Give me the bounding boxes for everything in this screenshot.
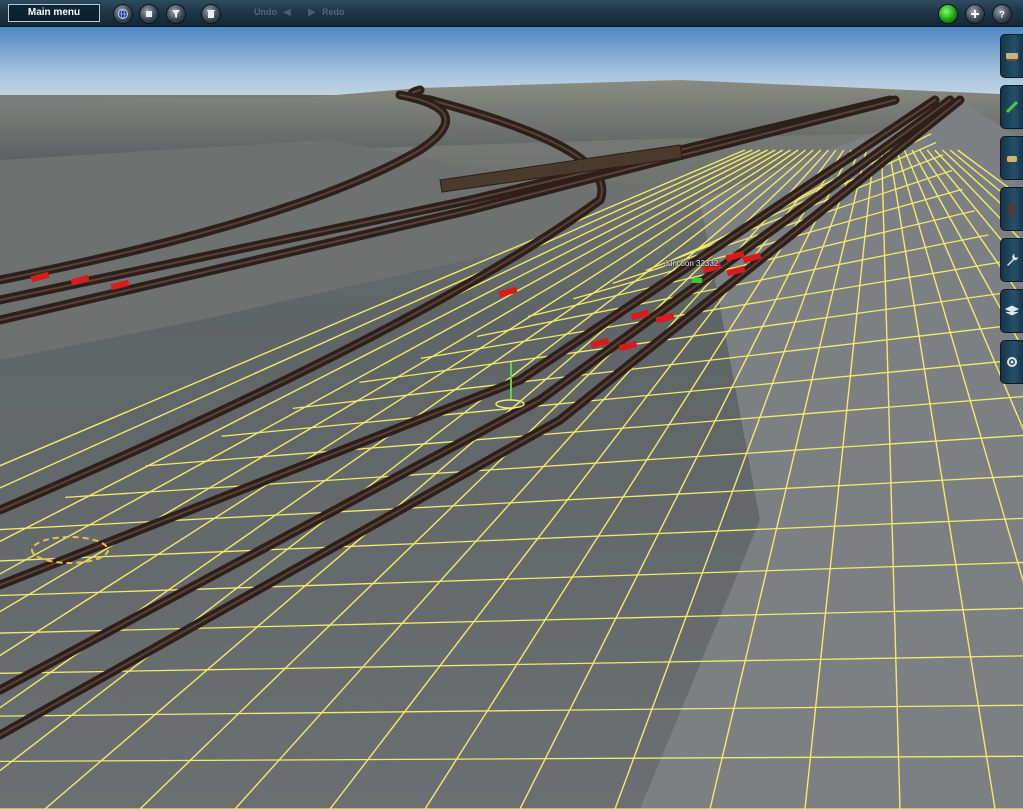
junction-label: Junction 32332 [664,259,719,268]
filter-icon[interactable] [167,5,185,23]
redo-button[interactable]: Redo [322,7,345,17]
object-tool-icon[interactable] [1000,136,1023,180]
settings-tool-icon[interactable] [1000,340,1023,384]
help-icon[interactable]: ? [993,5,1011,23]
layers-tool-icon[interactable] [1000,289,1023,333]
undo-button[interactable]: Undo [254,7,277,17]
main-menu-button[interactable]: Main menu [8,4,100,22]
terrain-viewport[interactable] [0,0,1023,809]
wrench-icon[interactable] [1000,238,1023,282]
trash-icon[interactable] [202,5,220,23]
add-icon[interactable] [966,5,984,23]
train-tool-icon[interactable] [1000,34,1023,78]
layer-icon[interactable] [140,5,158,23]
paint-tool-icon[interactable] [1000,187,1023,231]
svg-text:?: ? [999,10,1005,20]
status-green-light-icon [939,5,957,23]
undo-arrow-icon: ◀ [283,7,291,18]
track-tool-icon[interactable] [1000,85,1023,129]
junction-marker[interactable] [692,278,702,283]
globe-icon[interactable] [114,5,132,23]
redo-arrow-icon: ▶ [308,7,316,18]
top-toolbar: Main menu Undo ◀ ▶ Redo ? [0,0,1023,27]
